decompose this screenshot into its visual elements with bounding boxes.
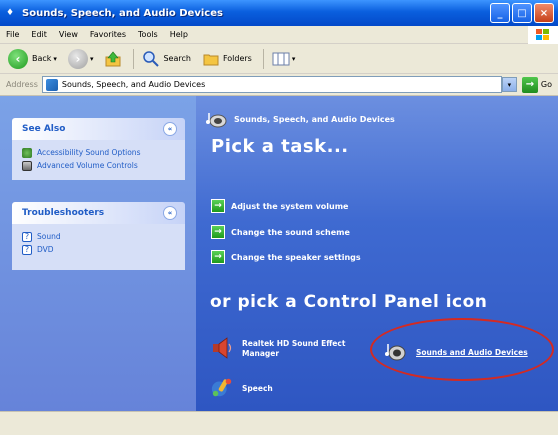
minimize-button[interactable]: _ bbox=[490, 3, 510, 23]
address-dropdown-icon[interactable]: ▾ bbox=[501, 77, 517, 92]
up-button[interactable] bbox=[100, 47, 126, 71]
see-also-item-volume-controls[interactable]: Advanced Volume Controls bbox=[22, 159, 175, 172]
go-arrow-icon: → bbox=[521, 76, 538, 93]
task-change-sound-scheme[interactable]: → Change the sound scheme bbox=[211, 225, 350, 239]
back-arrow-icon: ‹ bbox=[8, 48, 28, 69]
go-button[interactable]: → Go bbox=[519, 76, 558, 93]
control-panel-heading: or pick a Control Panel icon bbox=[210, 292, 488, 312]
window-controls: _ □ × bbox=[490, 3, 554, 23]
menu-edit[interactable]: Edit bbox=[25, 30, 53, 39]
task-label: Change the speaker settings bbox=[231, 252, 361, 262]
see-also-item-label: Advanced Volume Controls bbox=[37, 161, 138, 170]
highlight-annotation bbox=[370, 318, 554, 381]
category-title: Sounds, Speech, and Audio Devices bbox=[234, 114, 395, 124]
menu-view[interactable]: View bbox=[53, 30, 84, 39]
troubleshooters-list: ? Sound ? DVD bbox=[12, 224, 185, 270]
folders-button[interactable]: Folders bbox=[198, 47, 256, 71]
address-label: Address bbox=[6, 80, 38, 89]
cp-item-label: Speech bbox=[242, 384, 273, 393]
maximize-button[interactable]: □ bbox=[512, 3, 532, 23]
cp-item-speech[interactable]: Speech bbox=[210, 376, 273, 400]
close-button[interactable]: × bbox=[534, 3, 554, 23]
troubleshooter-item-sound[interactable]: ? Sound bbox=[22, 230, 175, 243]
task-change-speaker-settings[interactable]: → Change the speaker settings bbox=[211, 250, 361, 264]
menu-file[interactable]: File bbox=[0, 30, 25, 39]
views-icon bbox=[272, 52, 290, 65]
title-bar[interactable]: ♦ Sounds, Speech, and Audio Devices _ □ … bbox=[0, 0, 558, 26]
task-label: Change the sound scheme bbox=[231, 227, 350, 237]
status-bar bbox=[0, 411, 558, 435]
address-value: Sounds, Speech, and Audio Devices bbox=[61, 80, 206, 89]
see-also-title: See Also bbox=[22, 124, 66, 134]
collapse-icon[interactable]: « bbox=[163, 122, 177, 136]
menu-help[interactable]: Help bbox=[164, 30, 194, 39]
green-arrow-icon: → bbox=[211, 250, 225, 264]
see-also-list: Accessibility Sound Options Advanced Vol… bbox=[12, 140, 185, 180]
folders-label: Folders bbox=[222, 54, 252, 63]
speaker-note-icon bbox=[206, 113, 227, 128]
see-also-item-label: Accessibility Sound Options bbox=[37, 148, 141, 157]
menu-favorites[interactable]: Favorites bbox=[84, 30, 132, 39]
task-adjust-volume[interactable]: → Adjust the system volume bbox=[211, 199, 348, 213]
window-title: Sounds, Speech, and Audio Devices bbox=[22, 7, 223, 19]
volume-control-icon bbox=[22, 160, 32, 171]
troubleshooters-box: Troubleshooters « ? Sound ? DVD bbox=[12, 202, 185, 270]
troubleshooters-title: Troubleshooters bbox=[22, 208, 105, 218]
task-pane: See Also « Accessibility Sound Options A… bbox=[0, 96, 196, 411]
views-button[interactable]: ▾ bbox=[268, 47, 300, 71]
address-bar: Address Sounds, Speech, and Audio Device… bbox=[0, 74, 558, 96]
task-label: Adjust the system volume bbox=[231, 201, 349, 211]
forward-button[interactable]: › ▾ bbox=[64, 47, 98, 71]
troubleshooter-item-label: Sound bbox=[37, 232, 61, 241]
back-dropdown-icon[interactable]: ▾ bbox=[53, 55, 57, 63]
folders-icon bbox=[203, 54, 219, 65]
control-panel-icon bbox=[45, 78, 58, 91]
help-icon: ? bbox=[22, 244, 32, 255]
see-also-item-accessibility[interactable]: Accessibility Sound Options bbox=[22, 146, 175, 159]
cp-item-realtek[interactable]: Realtek HD Sound Effect Manager bbox=[210, 336, 360, 360]
search-button[interactable]: Search bbox=[138, 47, 194, 71]
address-field[interactable]: Sounds, Speech, and Audio Devices bbox=[41, 76, 502, 93]
toolbar-separator bbox=[133, 48, 135, 69]
menu-bar: File Edit View Favorites Tools Help bbox=[0, 26, 558, 44]
forward-arrow-icon: › bbox=[67, 48, 88, 69]
speaker-icon bbox=[213, 337, 232, 359]
forward-dropdown-icon[interactable]: ▾ bbox=[90, 55, 94, 63]
up-folder-icon bbox=[105, 51, 121, 66]
speech-icon bbox=[211, 378, 232, 397]
back-button[interactable]: ‹ Back ▾ bbox=[4, 47, 61, 71]
toolbar: ‹ Back ▾ › ▾ Search Folders ▾ bbox=[0, 44, 558, 74]
explorer-window: ♦ Sounds, Speech, and Audio Devices _ □ … bbox=[0, 0, 558, 435]
troubleshooters-header[interactable]: Troubleshooters « bbox=[12, 202, 185, 224]
menu-tools[interactable]: Tools bbox=[132, 30, 164, 39]
views-dropdown-icon[interactable]: ▾ bbox=[292, 55, 296, 63]
window-icon: ♦ bbox=[6, 8, 15, 18]
back-label: Back bbox=[32, 54, 52, 63]
windows-logo-icon bbox=[528, 26, 558, 44]
green-arrow-icon: → bbox=[211, 199, 225, 213]
cp-item-label: Realtek HD Sound Effect Manager bbox=[242, 339, 346, 358]
see-also-box: See Also « Accessibility Sound Options A… bbox=[12, 118, 185, 180]
search-icon bbox=[143, 50, 160, 67]
pick-task-heading: Pick a task... bbox=[211, 136, 349, 157]
toolbar-separator bbox=[262, 48, 264, 69]
collapse-icon[interactable]: « bbox=[163, 206, 177, 220]
see-also-header[interactable]: See Also « bbox=[12, 118, 185, 140]
help-icon: ? bbox=[22, 231, 32, 242]
accessibility-icon bbox=[22, 147, 32, 158]
category-header: Sounds, Speech, and Audio Devices bbox=[206, 110, 395, 128]
green-arrow-icon: → bbox=[211, 225, 225, 239]
go-label: Go bbox=[540, 80, 552, 89]
search-label: Search bbox=[163, 54, 191, 63]
troubleshooter-item-label: DVD bbox=[37, 245, 54, 254]
troubleshooter-item-dvd[interactable]: ? DVD bbox=[22, 243, 175, 256]
